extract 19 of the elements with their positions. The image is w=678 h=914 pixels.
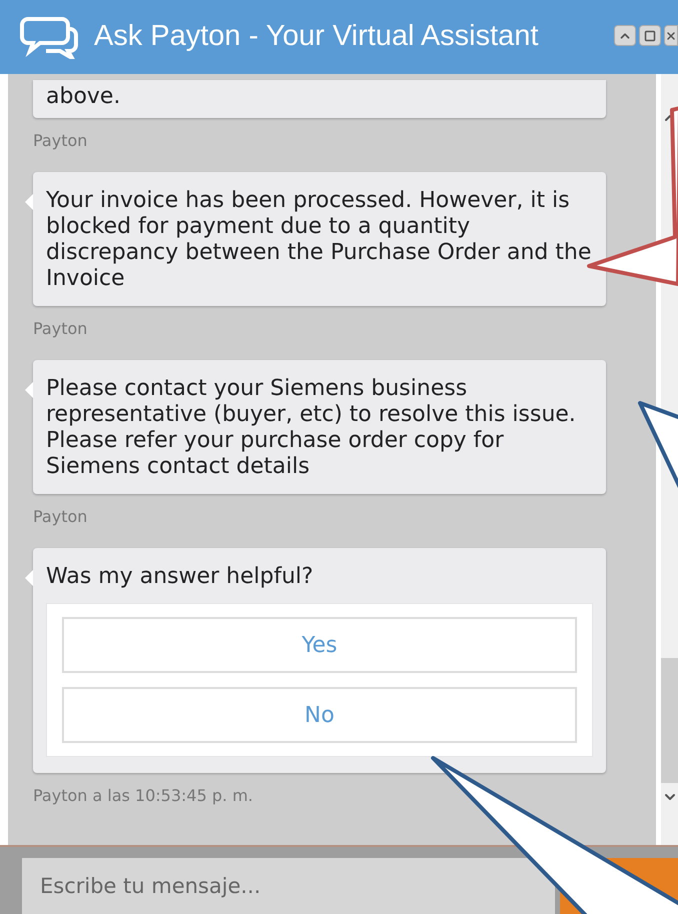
message-text: above. (46, 84, 122, 110)
sender-label: Payton (33, 131, 88, 151)
message-text: Your invoice has been processed. However, it is blocked for payment due to a quantity discrepancy between the Purchase Order and the Invoice (46, 188, 592, 292)
chat-bubbles-icon (20, 15, 78, 59)
message-text: Was my answer helpful? (46, 564, 314, 590)
maximize-button[interactable] (639, 25, 661, 46)
sender-label: Payton (33, 507, 88, 527)
message-text: Please contact your Siemens business representative (buyer, etc) to resolve this issue. Please refer your purchase order copy for Siemens contact details (46, 376, 577, 480)
message-input[interactable]: Escribe tu mensaje... (22, 858, 555, 914)
sender-label: Payton (33, 319, 88, 339)
close-icon (665, 30, 677, 42)
scrollbar-thumb[interactable] (661, 658, 678, 783)
sender-label: Payton a las 10:53:45 p. m. (33, 786, 254, 806)
maximize-icon (644, 30, 656, 42)
window-title: Ask Payton - Your Virtual Assistant (94, 19, 538, 54)
answer-option-button[interactable]: Yes (62, 617, 577, 673)
answer-option-button[interactable]: No (62, 687, 577, 743)
collapse-button[interactable] (614, 25, 636, 46)
close-button[interactable] (664, 25, 678, 46)
